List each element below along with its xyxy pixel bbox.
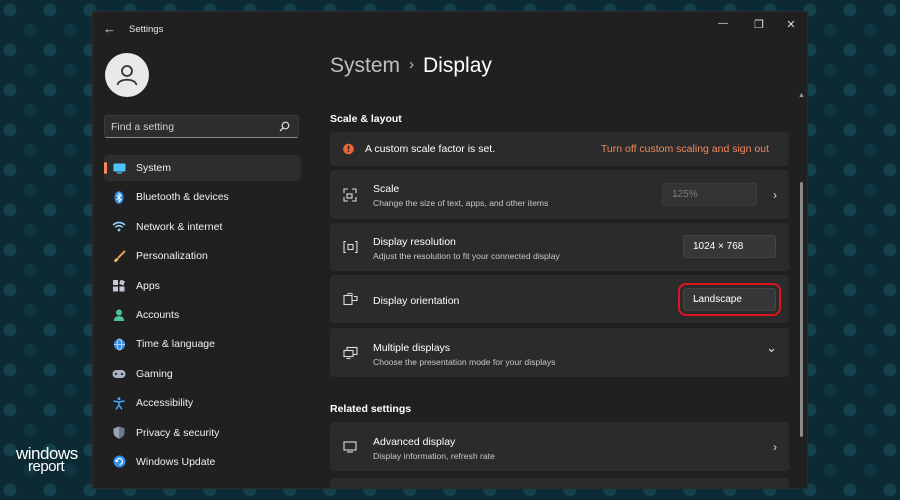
person-icon xyxy=(116,65,138,86)
chevron-down-icon: ⌄ xyxy=(672,189,680,199)
sidebar-item-label: Time & language xyxy=(136,338,215,351)
display-resolution-row: Display resolution Adjust the resolution… xyxy=(330,223,789,271)
chevron-down-icon: ⌄ xyxy=(693,241,701,251)
breadcrumb: System › Display xyxy=(330,54,492,78)
notice-text: A custom scale factor is set. xyxy=(365,143,496,155)
warning-icon xyxy=(343,143,354,155)
sidebar-item-system[interactable]: System xyxy=(104,155,301,181)
advanced-display-row[interactable]: Advanced display Display information, re… xyxy=(330,422,789,471)
avatar[interactable] xyxy=(105,53,149,97)
sidebar-item-label: System xyxy=(136,162,172,174)
sidebar-item-label: Bluetooth & devices xyxy=(136,191,229,204)
sidebar-item-time-language[interactable]: Time & language xyxy=(104,331,301,357)
sidebar-item-label: Network & internet xyxy=(136,220,223,233)
sidebar-item-label: Privacy & security xyxy=(136,426,220,439)
bluetooth-icon xyxy=(112,190,126,204)
resolution-icon xyxy=(343,240,358,254)
resolution-title: Display resolution xyxy=(373,236,456,248)
chevron-down-icon: ⌄ xyxy=(693,294,701,304)
sidebar-item-privacy-security[interactable]: Privacy & security xyxy=(104,420,301,446)
sidebar-item-windows-update[interactable]: Windows Update xyxy=(104,449,301,475)
back-arrow-icon[interactable]: ← xyxy=(103,21,116,36)
sidebar-item-label: Apps xyxy=(136,279,160,292)
orientation-icon xyxy=(343,292,358,306)
scale-row[interactable]: Scale Change the size of text, apps, and… xyxy=(330,170,789,219)
sidebar-item-personalization[interactable]: Personalization xyxy=(104,243,301,269)
sidebar-item-gaming[interactable]: Gaming xyxy=(104,361,301,387)
resolution-dropdown[interactable]: 1024 × 768 ⌄ xyxy=(683,235,776,258)
multiple-displays-icon xyxy=(343,346,358,359)
watermark-line-2: report xyxy=(28,458,65,476)
page-title: Display xyxy=(423,54,492,77)
section-heading-related-settings: Related settings xyxy=(330,403,412,415)
next-setting-row-partial[interactable] xyxy=(330,478,789,488)
minimize-icon[interactable]: — xyxy=(713,18,733,29)
sidebar-item-accounts[interactable]: Accounts xyxy=(104,302,301,328)
monitor-icon xyxy=(112,161,126,175)
scale-icon xyxy=(343,187,357,202)
sidebar-item-label: Windows Update xyxy=(136,455,216,468)
person-icon xyxy=(112,308,126,322)
chevron-right-icon[interactable]: › xyxy=(773,188,777,202)
title-bar: ← Settings — ❐ ✕ xyxy=(93,12,807,46)
sidebar-item-label: Accessibility xyxy=(136,397,194,410)
search-input[interactable] xyxy=(111,116,271,137)
sidebar-item-label: Accounts xyxy=(136,308,180,321)
advanced-display-title: Advanced display xyxy=(373,436,456,448)
brush-icon xyxy=(112,249,126,263)
sidebar-item-bluetooth[interactable]: Bluetooth & devices xyxy=(104,184,301,210)
maximize-icon[interactable]: ❐ xyxy=(749,18,769,31)
scale-title: Scale xyxy=(373,183,400,195)
resolution-subtitle: Adjust the resolution to fit your connec… xyxy=(373,251,560,261)
sidebar-item-network[interactable]: Network & internet xyxy=(104,214,301,240)
multiple-displays-title: Multiple displays xyxy=(373,342,451,354)
orientation-title: Display orientation xyxy=(373,295,460,307)
display-orientation-row: Display orientation Landscape ⌄ xyxy=(330,275,789,323)
search-box xyxy=(104,115,299,138)
chevron-right-icon[interactable]: › xyxy=(773,440,777,454)
breadcrumb-parent[interactable]: System xyxy=(330,54,400,77)
search-icon[interactable] xyxy=(279,121,290,132)
scroll-up-icon[interactable]: ▲ xyxy=(798,92,805,99)
watermark-logo: windows report xyxy=(16,445,78,476)
update-icon xyxy=(112,455,126,469)
multiple-displays-row[interactable]: Multiple displays Choose the presentatio… xyxy=(330,328,789,377)
sidebar-item-label: Gaming xyxy=(136,367,173,380)
custom-scale-notice: A custom scale factor is set. Turn off c… xyxy=(330,132,789,166)
wifi-icon xyxy=(112,220,126,234)
scale-dropdown[interactable]: 125% ⌄ xyxy=(662,183,757,206)
shield-icon xyxy=(112,426,126,440)
sidebar-nav: System Bluetooth & devices Network & int… xyxy=(104,155,301,478)
turn-off-scaling-link[interactable]: Turn off custom scaling and sign out xyxy=(601,143,769,155)
gamepad-icon xyxy=(112,367,126,381)
section-heading-scale-layout: Scale & layout xyxy=(330,113,402,125)
sidebar-item-label: Personalization xyxy=(136,250,208,263)
orientation-dropdown[interactable]: Landscape ⌄ xyxy=(678,283,781,316)
sidebar-item-apps[interactable]: Apps xyxy=(104,273,301,299)
close-icon[interactable]: ✕ xyxy=(781,18,801,31)
multiple-displays-subtitle: Choose the presentation mode for your di… xyxy=(373,357,556,367)
globe-clock-icon xyxy=(112,337,126,351)
monitor-icon xyxy=(343,440,357,453)
sidebar-item-accessibility[interactable]: Accessibility xyxy=(104,390,301,416)
chevron-right-icon: › xyxy=(409,56,415,73)
accessibility-icon xyxy=(112,396,126,410)
scrollbar-thumb[interactable] xyxy=(800,182,803,437)
advanced-display-subtitle: Display information, refresh rate xyxy=(373,451,495,461)
apps-icon xyxy=(112,279,126,293)
scrollbar[interactable]: ▲ xyxy=(798,92,805,442)
chevron-down-icon[interactable]: ⌄ xyxy=(766,340,777,356)
app-title: Settings xyxy=(129,24,164,35)
scale-subtitle: Change the size of text, apps, and other… xyxy=(373,198,549,208)
settings-window: ← Settings — ❐ ✕ System Bluetooth xyxy=(93,12,807,488)
